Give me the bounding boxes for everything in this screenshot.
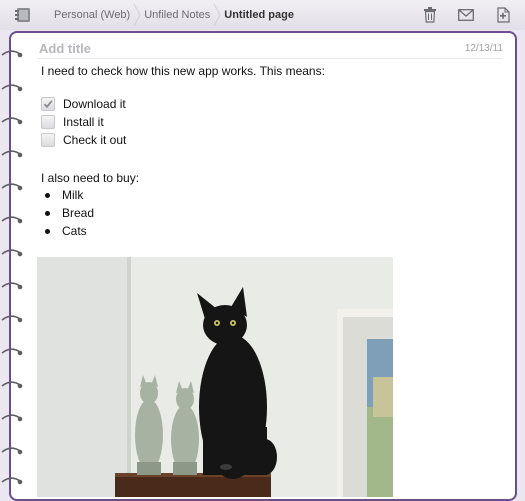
trash-icon — [424, 7, 436, 23]
breadcrumb-separator-icon — [210, 0, 224, 30]
todo-label: Check it out — [63, 133, 127, 147]
breadcrumb-section[interactable]: Unfiled Notes — [144, 9, 210, 21]
bullet-icon — [45, 192, 50, 198]
todo-item[interactable]: Install it — [41, 114, 104, 130]
list-item: Milk — [41, 187, 83, 203]
todo-item[interactable]: Download it — [41, 96, 126, 112]
note-page[interactable]: 12/13/11 I need to check how this new ap… — [9, 31, 517, 501]
intro-text: I need to check how this new app works. … — [41, 64, 325, 78]
todo-label: Install it — [63, 115, 104, 129]
list-item-label: Cats — [62, 224, 87, 238]
spiral-binding — [1, 50, 23, 485]
bullet-icon — [45, 228, 50, 234]
breadcrumb-page: Untitled page — [224, 9, 294, 21]
checkbox[interactable] — [41, 133, 55, 147]
email-page-button[interactable] — [455, 5, 477, 25]
buy-heading: I also need to buy: — [41, 171, 140, 185]
page-date: 12/13/11 — [464, 43, 503, 54]
cat-photo[interactable] — [37, 257, 393, 497]
list-item-label: Bread — [62, 206, 95, 220]
todo-label: Download it — [63, 97, 126, 111]
new-page-icon — [497, 7, 510, 23]
delete-page-button[interactable] — [419, 5, 441, 25]
breadcrumb-notebook[interactable]: Personal (Web) — [54, 9, 130, 21]
list-item-label: Milk — [62, 188, 84, 202]
bullet-icon — [45, 210, 50, 216]
list-item: Cats — [41, 223, 87, 239]
title-input[interactable] — [37, 40, 421, 57]
breadcrumb-separator-icon — [130, 0, 144, 30]
new-page-button[interactable] — [493, 5, 515, 25]
title-divider — [37, 58, 503, 59]
checkmark-icon — [43, 100, 53, 109]
checkbox[interactable] — [41, 97, 55, 111]
list-item: Bread — [41, 205, 94, 221]
breadcrumb: Personal (Web) Unfiled Notes Untitled pa… — [54, 0, 294, 30]
mail-icon — [458, 9, 474, 21]
todo-item[interactable]: Check it out — [41, 132, 126, 148]
checkbox[interactable] — [41, 115, 55, 129]
top-bar: Personal (Web) Unfiled Notes Untitled pa… — [0, 0, 525, 30]
